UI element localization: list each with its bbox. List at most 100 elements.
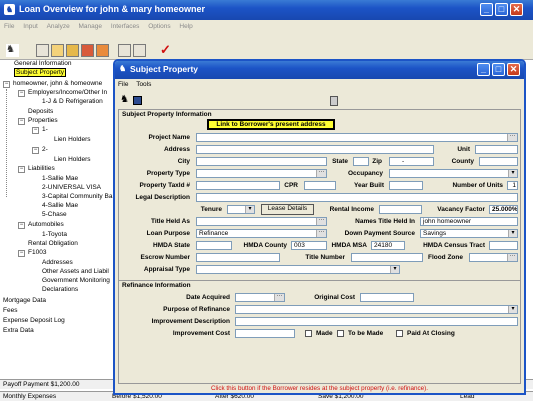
ellipsis-icon[interactable]: ··· bbox=[316, 230, 326, 237]
save-icon[interactable] bbox=[133, 96, 142, 105]
tree-employer-1[interactable]: 1-J & D Refrigeration bbox=[42, 98, 103, 105]
tree-mortgage-data[interactable]: Mortgage Data bbox=[3, 297, 46, 304]
dialog-menu-tools[interactable]: Tools bbox=[136, 81, 151, 88]
tenure-select[interactable]: ▾ bbox=[227, 205, 255, 214]
loan-purpose-select[interactable]: Refinance ··· bbox=[196, 229, 327, 238]
tree-automobiles[interactable]: Automobiles bbox=[28, 221, 64, 228]
dialog-minimize-button[interactable]: _ bbox=[477, 63, 490, 76]
occupancy-select[interactable]: ▾ bbox=[389, 169, 518, 178]
legal-description-input[interactable] bbox=[196, 193, 518, 202]
city-input[interactable] bbox=[196, 157, 327, 166]
county-input[interactable] bbox=[479, 157, 518, 166]
dialog-maximize-button[interactable]: □ bbox=[492, 63, 505, 76]
rental-income-input[interactable] bbox=[379, 205, 422, 214]
calculator-icon[interactable] bbox=[133, 44, 146, 57]
link-to-borrower-address-button[interactable]: Link to Borrower's present address bbox=[207, 119, 335, 130]
tree-addresses[interactable]: Addresses bbox=[42, 259, 73, 266]
tree-liability-1[interactable]: 1-Sallie Mae bbox=[42, 175, 78, 182]
menu-interfaces[interactable]: Interfaces bbox=[111, 23, 140, 30]
tree-f1003[interactable]: F1003 bbox=[28, 249, 46, 256]
menu-manage[interactable]: Manage bbox=[79, 23, 103, 30]
tree-liability-4[interactable]: 4-Sallie Mae bbox=[42, 202, 78, 209]
num-units-input[interactable]: 1 bbox=[507, 181, 518, 190]
escrow-number-input[interactable] bbox=[196, 253, 280, 262]
made-checkbox[interactable] bbox=[305, 330, 312, 337]
appraisal-type-select[interactable]: ▾ bbox=[196, 265, 400, 274]
tree-liability-3[interactable]: 3-Capital Community Ba bbox=[42, 193, 112, 200]
tree-property-1[interactable]: 1- bbox=[42, 126, 48, 133]
tree-lien-holders-1[interactable]: Lien Holders bbox=[54, 136, 91, 143]
close-button[interactable]: ✕ bbox=[510, 3, 523, 16]
ellipsis-icon[interactable]: ··· bbox=[507, 134, 517, 141]
document-icon[interactable] bbox=[81, 44, 94, 57]
menu-file[interactable]: File bbox=[4, 23, 14, 30]
tree-fees[interactable]: Fees bbox=[3, 307, 17, 314]
collapse-icon[interactable]: − bbox=[18, 90, 25, 97]
date-acquired-input[interactable]: ··· bbox=[235, 293, 285, 302]
address-input[interactable] bbox=[196, 145, 434, 154]
zip-input[interactable]: - bbox=[389, 157, 434, 166]
tree-properties[interactable]: Properties bbox=[28, 117, 58, 124]
tree-property-2[interactable]: 2- bbox=[42, 146, 48, 153]
chart-icon[interactable] bbox=[51, 44, 64, 57]
tree-government-monitoring[interactable]: Government Monitoring bbox=[42, 277, 110, 284]
minimize-button[interactable]: _ bbox=[480, 3, 493, 16]
tree-liability-2[interactable]: 2-UNIVERSAL VISA bbox=[42, 184, 101, 191]
report-icon[interactable] bbox=[66, 44, 79, 57]
dialog-close-button[interactable]: ✕ bbox=[507, 63, 520, 76]
property-type-select[interactable]: ··· bbox=[196, 169, 327, 178]
tree-expense-deposit-log[interactable]: Expense Deposit Log bbox=[3, 317, 65, 324]
title-held-as-input[interactable]: ··· bbox=[196, 217, 327, 226]
tree-liability-5[interactable]: 5-Chase bbox=[42, 211, 67, 218]
improvement-cost-input[interactable] bbox=[235, 329, 295, 338]
tree-automobile-1[interactable]: 1-Toyota bbox=[42, 231, 67, 238]
chevron-down-icon[interactable]: ▾ bbox=[245, 206, 254, 213]
person-icon[interactable]: ♞ bbox=[6, 44, 19, 57]
chevron-down-icon[interactable]: ▾ bbox=[508, 230, 517, 237]
lease-details-button[interactable]: Lease Details bbox=[261, 204, 314, 215]
collapse-icon[interactable]: − bbox=[32, 147, 39, 154]
to-be-made-checkbox[interactable] bbox=[337, 330, 344, 337]
tree-declarations[interactable]: Declarations bbox=[42, 286, 78, 293]
names-title-held-in-input[interactable]: john homeowner bbox=[420, 217, 518, 226]
person-icon[interactable]: ♞ bbox=[120, 94, 129, 105]
collapse-icon[interactable]: − bbox=[3, 81, 10, 88]
arrow-icon[interactable] bbox=[96, 44, 109, 57]
menu-options[interactable]: Options bbox=[148, 23, 170, 30]
ellipsis-icon[interactable]: ··· bbox=[316, 170, 326, 177]
chevron-down-icon[interactable]: ▾ bbox=[390, 266, 399, 273]
vacancy-factor-input[interactable]: 25.000% bbox=[489, 205, 518, 214]
flood-zone-input[interactable]: ··· bbox=[469, 253, 518, 262]
tree-rental-obligation[interactable]: Rental Obligation bbox=[28, 240, 78, 247]
hmda-county-input[interactable]: 003 bbox=[291, 241, 327, 250]
chevron-down-icon[interactable]: ▾ bbox=[508, 306, 517, 313]
project-name-input[interactable]: ··· bbox=[196, 133, 518, 142]
menu-input[interactable]: Input bbox=[23, 23, 37, 30]
calculator-icon[interactable] bbox=[330, 96, 338, 106]
window-icon[interactable] bbox=[118, 44, 131, 57]
tax-id-input[interactable] bbox=[196, 181, 280, 190]
hmda-census-tract-input[interactable] bbox=[489, 241, 518, 250]
collapse-icon[interactable]: − bbox=[32, 127, 39, 134]
tree-other-assets[interactable]: Other Assets and Liabil bbox=[42, 268, 109, 275]
tree-employers[interactable]: Employers/Income/Other In bbox=[28, 89, 107, 96]
hmda-state-input[interactable] bbox=[196, 241, 232, 250]
tree-deposits[interactable]: Deposits bbox=[28, 108, 53, 115]
collapse-icon[interactable]: − bbox=[18, 250, 25, 257]
dialog-menu-file[interactable]: File bbox=[118, 81, 128, 88]
tree-general-information[interactable]: General Information bbox=[14, 60, 71, 67]
menu-help[interactable]: Help bbox=[179, 23, 192, 30]
tree-borrower[interactable]: homeowner, john & homeowne bbox=[13, 80, 102, 87]
tree-subject-property[interactable]: Subject Property bbox=[14, 68, 67, 77]
ellipsis-icon[interactable]: ··· bbox=[274, 294, 284, 301]
ellipsis-icon[interactable]: ··· bbox=[316, 218, 326, 225]
menu-analyze[interactable]: Analyze bbox=[47, 23, 70, 30]
collapse-icon[interactable]: − bbox=[18, 118, 25, 125]
paid-at-closing-checkbox[interactable] bbox=[396, 330, 403, 337]
ellipsis-icon[interactable]: ··· bbox=[507, 254, 517, 261]
state-input[interactable] bbox=[353, 157, 369, 166]
print-icon[interactable] bbox=[36, 44, 49, 57]
tree-extra-data[interactable]: Extra Data bbox=[3, 327, 34, 334]
improvement-description-input[interactable] bbox=[235, 317, 518, 326]
maximize-button[interactable]: □ bbox=[495, 3, 508, 16]
